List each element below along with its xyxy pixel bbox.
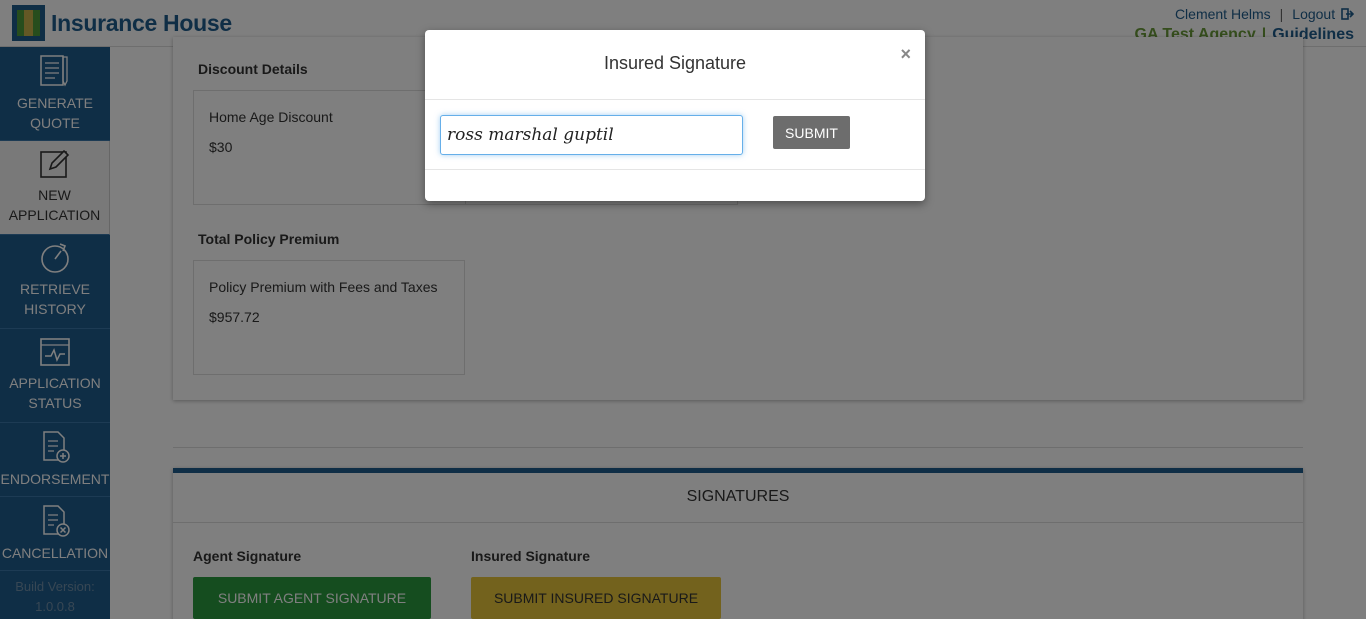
insured-signature-modal: Insured Signature × SUBMIT (425, 30, 925, 201)
signature-input[interactable] (440, 115, 743, 155)
close-icon[interactable]: × (900, 44, 911, 65)
submit-button[interactable]: SUBMIT (773, 116, 850, 149)
modal-title: Insured Signature (603, 53, 747, 73)
modal-body: SUBMIT (425, 100, 925, 170)
modal-header: Insured Signature × (425, 30, 925, 100)
